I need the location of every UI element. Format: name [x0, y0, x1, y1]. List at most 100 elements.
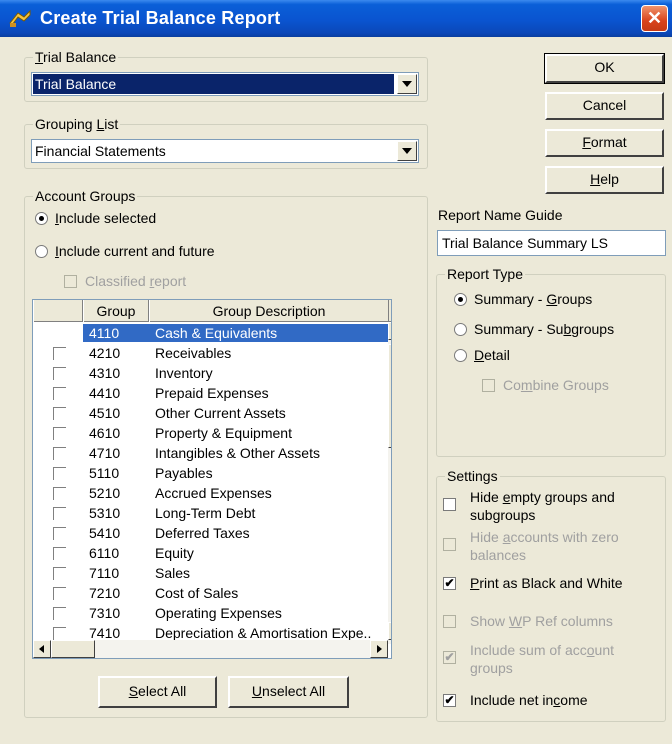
table-row[interactable]: 5110 Payables [33, 463, 388, 483]
select-all-button[interactable]: Select All [98, 676, 217, 708]
checkbox-box[interactable] [443, 538, 456, 551]
combine-groups-checkbox[interactable]: Combine Groups [482, 376, 642, 396]
include-current-future-radio[interactable]: Include current and future [35, 242, 275, 262]
app-icon [9, 9, 31, 27]
scroll-left-button[interactable] [33, 640, 51, 658]
trial-balance-select[interactable]: Trial Balance [31, 72, 419, 96]
row-group-code: 4110 [89, 325, 120, 341]
radio-dot[interactable] [454, 323, 467, 336]
show-wp-ref-checkbox[interactable]: Show WP Ref columns [443, 612, 663, 632]
black-and-white-checkbox[interactable]: ✔ Print as Black and White [443, 574, 663, 594]
table-row[interactable]: 5210 Accrued Expenses [33, 483, 388, 503]
checkmark-icon: ✔ [444, 650, 455, 664]
row-checkbox[interactable] [53, 567, 66, 580]
close-button[interactable]: ✕ [641, 5, 668, 32]
table-row[interactable]: 5310 Long-Term Debt [33, 503, 388, 523]
row-checkbox[interactable] [53, 607, 66, 620]
column-header-description[interactable]: Group Description [149, 300, 389, 322]
table-row[interactable]: 4510 Other Current Assets [33, 403, 388, 423]
trial-balance-dropdown-button[interactable] [397, 74, 417, 94]
row-checkbox[interactable] [53, 587, 66, 600]
checkbox-box[interactable]: ✔ [443, 694, 456, 707]
radio-dot[interactable] [35, 212, 48, 225]
row-checkbox[interactable] [53, 467, 66, 480]
chevron-down-icon [402, 81, 412, 87]
row-checkbox[interactable] [53, 507, 66, 520]
row-checkbox[interactable] [53, 547, 66, 560]
include-sum-checkbox[interactable]: ✔ Include sum of account groups [443, 641, 663, 679]
row-group-code: 5210 [89, 485, 121, 501]
checkbox-box[interactable] [482, 379, 495, 392]
row-group-description: Other Current Assets [155, 405, 286, 421]
table-row[interactable]: 4110 Cash & Equivalents [33, 323, 388, 343]
row-checkbox[interactable] [53, 427, 66, 440]
cancel-button[interactable]: Cancel [545, 92, 664, 120]
row-checkbox[interactable] [53, 367, 66, 380]
hide-empty-groups-checkbox[interactable]: Hide empty groups and subgroups [443, 488, 663, 526]
scroll-up-button[interactable] [388, 322, 391, 340]
checkbox-box[interactable] [64, 275, 77, 288]
row-group-description: Cash & Equivalents [155, 325, 278, 341]
account-groups-list[interactable]: Group Group Description 4110 Cash & Equiv… [32, 299, 392, 659]
radio-dot[interactable] [35, 245, 48, 258]
scroll-right-button[interactable] [370, 640, 388, 658]
horizontal-scroll-thumb[interactable] [51, 640, 95, 658]
table-row[interactable]: 7110 Sales [33, 563, 388, 583]
row-checkbox[interactable] [53, 387, 66, 400]
checkbox-box[interactable] [443, 498, 456, 511]
unselect-all-button[interactable]: Unselect All [228, 676, 349, 708]
report-type-legend: Report Type [445, 265, 526, 283]
row-group-description: Cost of Sales [155, 585, 239, 601]
format-button[interactable]: Format [545, 129, 664, 157]
column-header-check[interactable] [33, 300, 83, 322]
row-group-description: Accrued Expenses [155, 485, 272, 501]
grouping-list-select[interactable]: Financial Statements [31, 139, 419, 163]
hide-zero-accounts-checkbox[interactable]: Hide accounts with zero balances [443, 528, 663, 566]
include-net-income-checkbox[interactable]: ✔ Include net income [443, 691, 663, 711]
table-row[interactable]: 4310 Inventory [33, 363, 388, 383]
checkbox-box[interactable]: ✔ [443, 651, 456, 664]
detail-radio[interactable]: Detail [454, 346, 574, 366]
vertical-scrollbar[interactable] [388, 322, 391, 644]
horizontal-scrollbar[interactable] [33, 640, 388, 658]
ok-button[interactable]: OK [544, 53, 665, 84]
row-checkbox[interactable] [53, 447, 66, 460]
row-group-description: Property & Equipment [155, 425, 292, 441]
table-row[interactable]: 4210 Receivables [33, 343, 388, 363]
row-checkbox[interactable] [53, 347, 66, 360]
table-row[interactable]: 4710 Intangibles & Other Assets [33, 443, 388, 463]
classified-report-checkbox[interactable]: Classified report [64, 272, 224, 292]
row-checkbox[interactable] [53, 527, 66, 540]
row-checkbox[interactable] [53, 407, 66, 420]
scroll-down-button[interactable] [388, 622, 391, 640]
checkbox-box[interactable]: ✔ [443, 577, 456, 590]
table-row[interactable]: 7210 Cost of Sales [33, 583, 388, 603]
row-group-description: Prepaid Expenses [155, 385, 269, 401]
title-bar: Create Trial Balance Report ✕ [0, 0, 672, 37]
table-row[interactable]: 5410 Deferred Taxes [33, 523, 388, 543]
vertical-scroll-thumb[interactable] [388, 344, 391, 448]
row-group-description: Inventory [155, 365, 213, 381]
table-row[interactable]: 4610 Property & Equipment [33, 423, 388, 443]
row-checkbox[interactable] [53, 327, 66, 340]
checkmark-icon: ✔ [444, 576, 455, 590]
arrow-left-icon [39, 645, 44, 653]
table-row[interactable]: 7310 Operating Expenses [33, 603, 388, 623]
radio-dot[interactable] [454, 349, 467, 362]
table-row[interactable]: 4410 Prepaid Expenses [33, 383, 388, 403]
account-groups-legend: Account Groups [33, 187, 138, 205]
radio-dot[interactable] [454, 293, 467, 306]
report-name-guide-label: Report Name Guide [438, 207, 563, 223]
row-checkbox[interactable] [53, 627, 66, 640]
column-header-group[interactable]: Group [83, 300, 149, 322]
include-selected-radio[interactable]: Include selected [35, 209, 235, 229]
report-name-input[interactable]: Trial Balance Summary LS [437, 230, 666, 256]
summary-subgroups-radio[interactable]: Summary - Subgroups [454, 320, 654, 340]
help-button[interactable]: Help [545, 166, 664, 194]
grouping-list-dropdown-button[interactable] [397, 141, 417, 161]
checkbox-box[interactable] [443, 615, 456, 628]
table-row[interactable]: 6110 Equity [33, 543, 388, 563]
row-group-description: Intangibles & Other Assets [155, 445, 320, 461]
row-checkbox[interactable] [53, 487, 66, 500]
summary-groups-radio[interactable]: Summary - Groups [454, 290, 654, 310]
